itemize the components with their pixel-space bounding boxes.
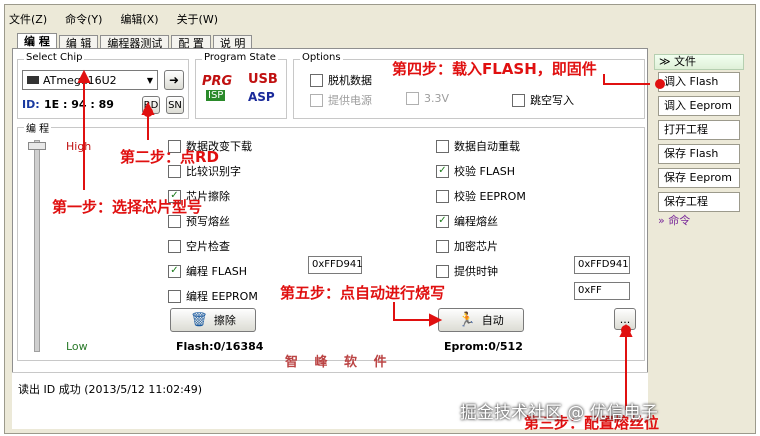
sidebar: ≫ 文件 调入 Flash 调入 Eeprom 打开工程 保存 Flash 保存… — [652, 52, 748, 428]
menu-bar: 文件(Z) 命令(Y) 编辑(X) 关于(W) — [9, 11, 236, 29]
checkbox-box: ✓ — [436, 214, 449, 228]
3v3-checkbox[interactable]: 3.3V — [406, 92, 449, 105]
left-option-checkbox-6[interactable]: 编程 EEPROM — [168, 288, 258, 304]
prg-label: PRG — [202, 74, 233, 89]
options-legend: Options — [300, 52, 343, 63]
menu-file[interactable]: 文件(Z) — [9, 11, 47, 29]
open-project-button[interactable]: 打开工程 — [658, 120, 740, 140]
select-chip-legend: Select Chip — [24, 52, 85, 63]
high-label: High — [66, 140, 92, 153]
right-option-checkbox-0[interactable]: 数据自动重载 — [436, 138, 520, 154]
voltage-slider[interactable] — [34, 140, 40, 352]
slider-thumb[interactable] — [28, 142, 46, 150]
skip-blank-checkbox[interactable]: 跳空写入 — [512, 92, 574, 108]
auto-button[interactable]: 🏃 自动 — [438, 308, 524, 332]
programming-legend: 编 程 — [24, 120, 52, 135]
checkbox-label: 编程熔丝 — [454, 215, 498, 228]
lock-bits-field[interactable]: 0xFF — [574, 282, 630, 300]
offline-data-checkbox[interactable]: 脱机数据 — [310, 72, 372, 88]
program-state-legend: Program State — [202, 52, 278, 63]
asp-label: ASP — [248, 90, 275, 104]
right-option-checkbox-2[interactable]: 校验 EEPROM — [436, 188, 526, 204]
fuse-config-button[interactable]: ... — [614, 308, 636, 330]
load-eeprom-button[interactable]: 调入 Eeprom — [658, 96, 740, 116]
checkbox-box — [168, 239, 181, 253]
provide-power-checkbox[interactable]: 提供电源 — [310, 92, 372, 108]
checkbox-label: 加密芯片 — [454, 240, 498, 253]
checkbox-box — [436, 139, 449, 153]
expand-icon: » — [658, 214, 665, 227]
left-option-checkbox-5[interactable]: ✓ 编程 FLASH — [168, 263, 247, 279]
checkbox-label: 编程 EEPROM — [186, 290, 258, 303]
id-label: ID: — [22, 98, 40, 111]
select-chip-group: Select Chip ATmega16U2 ▼ ➜ ID: 1E : 94 :… — [17, 52, 189, 119]
id-value: 1E : 94 : 89 — [44, 98, 114, 111]
chip-select[interactable]: ATmega16U2 ▼ — [22, 70, 158, 90]
run-icon: 🏃 — [458, 312, 476, 328]
checkbox-box — [168, 289, 181, 303]
left-option-checkbox-4[interactable]: 空片检查 — [168, 238, 230, 254]
site-watermark: 掘金技术社区 @ 优信电子 — [460, 403, 658, 423]
checkbox-label: 数据自动重载 — [454, 140, 520, 153]
fuse-left-field[interactable]: 0xFFD941 — [308, 256, 363, 274]
chevron-down-icon: ▼ — [146, 75, 153, 85]
annotation-step1: 第一步：选择芯片型号 — [52, 198, 203, 216]
checkbox-label: 提供时钟 — [454, 265, 498, 278]
save-eeprom-button[interactable]: 保存 Eeprom — [658, 168, 740, 188]
software-watermark: 智 峰 软 件 — [285, 355, 393, 370]
checkbox-box — [436, 239, 449, 253]
chip-value: ATmega16U2 — [43, 73, 117, 87]
annotation-step2: 第二步：点RD — [120, 148, 220, 166]
collapse-icon: ≫ — [659, 55, 671, 68]
usb-label: USB — [248, 72, 278, 87]
eprom-counter: Eprom:0/512 — [444, 340, 523, 353]
isp-label: ISP — [206, 90, 226, 101]
programming-group: 编 程 High Low 数据改变下载 比较识别字 ✓ 芯片擦除 预写熔丝 空片检查 ✓ 编程… — [17, 120, 645, 361]
save-flash-button[interactable]: 保存 Flash — [658, 144, 740, 164]
menu-about[interactable]: 关于(W) — [177, 11, 218, 29]
right-option-checkbox-1[interactable]: ✓ 校验 FLASH — [436, 163, 515, 179]
load-flash-button[interactable]: 调入 Flash — [658, 72, 740, 92]
trash-icon: 🗑 — [190, 312, 208, 328]
program-state-group: Program State PRG ISP USB ASP — [195, 52, 287, 119]
right-option-checkbox-4[interactable]: 加密芯片 — [436, 238, 498, 254]
command-section-header[interactable]: » 命令 — [654, 214, 744, 230]
right-option-checkbox-5[interactable]: 提供时钟 — [436, 263, 498, 279]
save-project-button[interactable]: 保存工程 — [658, 192, 740, 212]
annotation-step4: 第四步：载入FLASH，即固件 — [392, 60, 597, 78]
checkbox-box — [436, 264, 449, 278]
rd-button[interactable]: RD — [142, 96, 160, 114]
menu-edit[interactable]: 编辑(X) — [120, 11, 158, 29]
right-option-checkbox-3[interactable]: ✓ 编程熔丝 — [436, 213, 498, 229]
low-label: Low — [66, 340, 88, 353]
chip-icon — [27, 76, 39, 84]
fuse-right-field[interactable]: 0xFFD941 — [574, 256, 630, 274]
checkbox-label: 校验 FLASH — [454, 165, 515, 178]
log-line: 读出 ID 成功 (2013/5/12 11:02:49) — [18, 383, 203, 396]
erase-button[interactable]: 🗑 擦除 — [170, 308, 256, 332]
checkbox-label: 校验 EEPROM — [454, 190, 526, 203]
program-panel: Select Chip ATmega16U2 ▼ ➜ ID: 1E : 94 :… — [12, 48, 648, 428]
checkbox-box: ✓ — [436, 164, 449, 178]
annotation-step5: 第五步：点自动进行烧写 — [280, 284, 446, 302]
checkbox-box: ✓ — [168, 264, 181, 278]
checkbox-label: 编程 FLASH — [186, 265, 247, 278]
checkbox-label: 空片检查 — [186, 240, 230, 253]
menu-command[interactable]: 命令(Y) — [65, 11, 102, 29]
sn-button[interactable]: SN — [166, 96, 184, 114]
flash-counter: Flash:0/16384 — [176, 340, 264, 353]
checkbox-box — [436, 189, 449, 203]
file-section-header[interactable]: ≫ 文件 — [654, 54, 744, 70]
arrow-right-button[interactable]: ➜ — [164, 70, 184, 90]
